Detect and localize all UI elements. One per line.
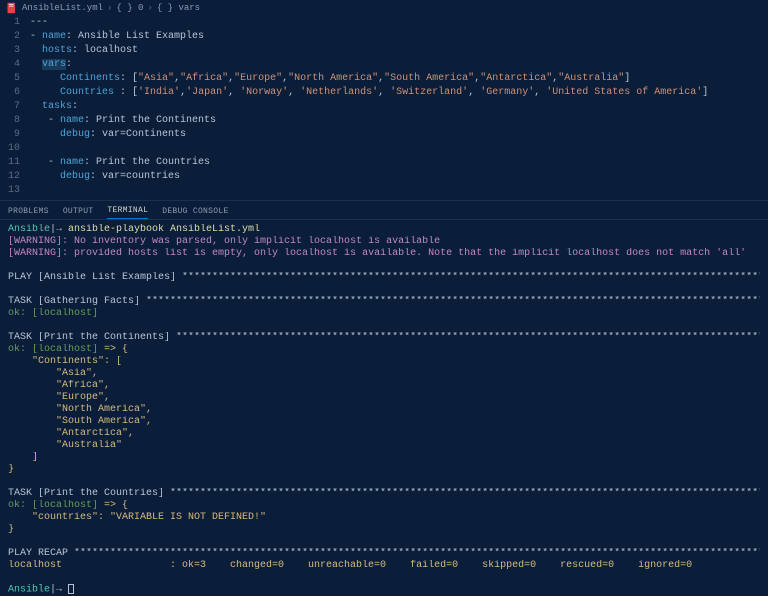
- chevron-right-icon: ›: [147, 3, 152, 13]
- breadcrumb-node-vars[interactable]: { } vars: [157, 3, 200, 13]
- yaml-file-icon: [6, 2, 18, 14]
- terminal-output[interactable]: Ansible|→ ansible-playbook AnsibleList.y…: [0, 220, 768, 596]
- tab-debug-console[interactable]: DEBUG CONSOLE: [162, 204, 228, 219]
- panel-tabs: PROBLEMS OUTPUT TERMINAL DEBUG CONSOLE: [0, 200, 768, 220]
- code-content[interactable]: ---- name: Ansible List Examples hosts: …: [30, 16, 768, 198]
- chevron-right-icon: ›: [107, 3, 112, 13]
- tab-output[interactable]: OUTPUT: [63, 204, 94, 219]
- code-editor[interactable]: 12345678910111213 ---- name: Ansible Lis…: [0, 16, 768, 198]
- tab-problems[interactable]: PROBLEMS: [8, 204, 49, 219]
- breadcrumb-node-0[interactable]: { } 0: [116, 3, 143, 13]
- breadcrumb-file[interactable]: AnsibleList.yml: [22, 3, 103, 13]
- breadcrumb: AnsibleList.yml › { } 0 › { } vars: [0, 0, 768, 16]
- line-number-gutter: 12345678910111213: [0, 16, 30, 198]
- tab-terminal[interactable]: TERMINAL: [107, 203, 148, 219]
